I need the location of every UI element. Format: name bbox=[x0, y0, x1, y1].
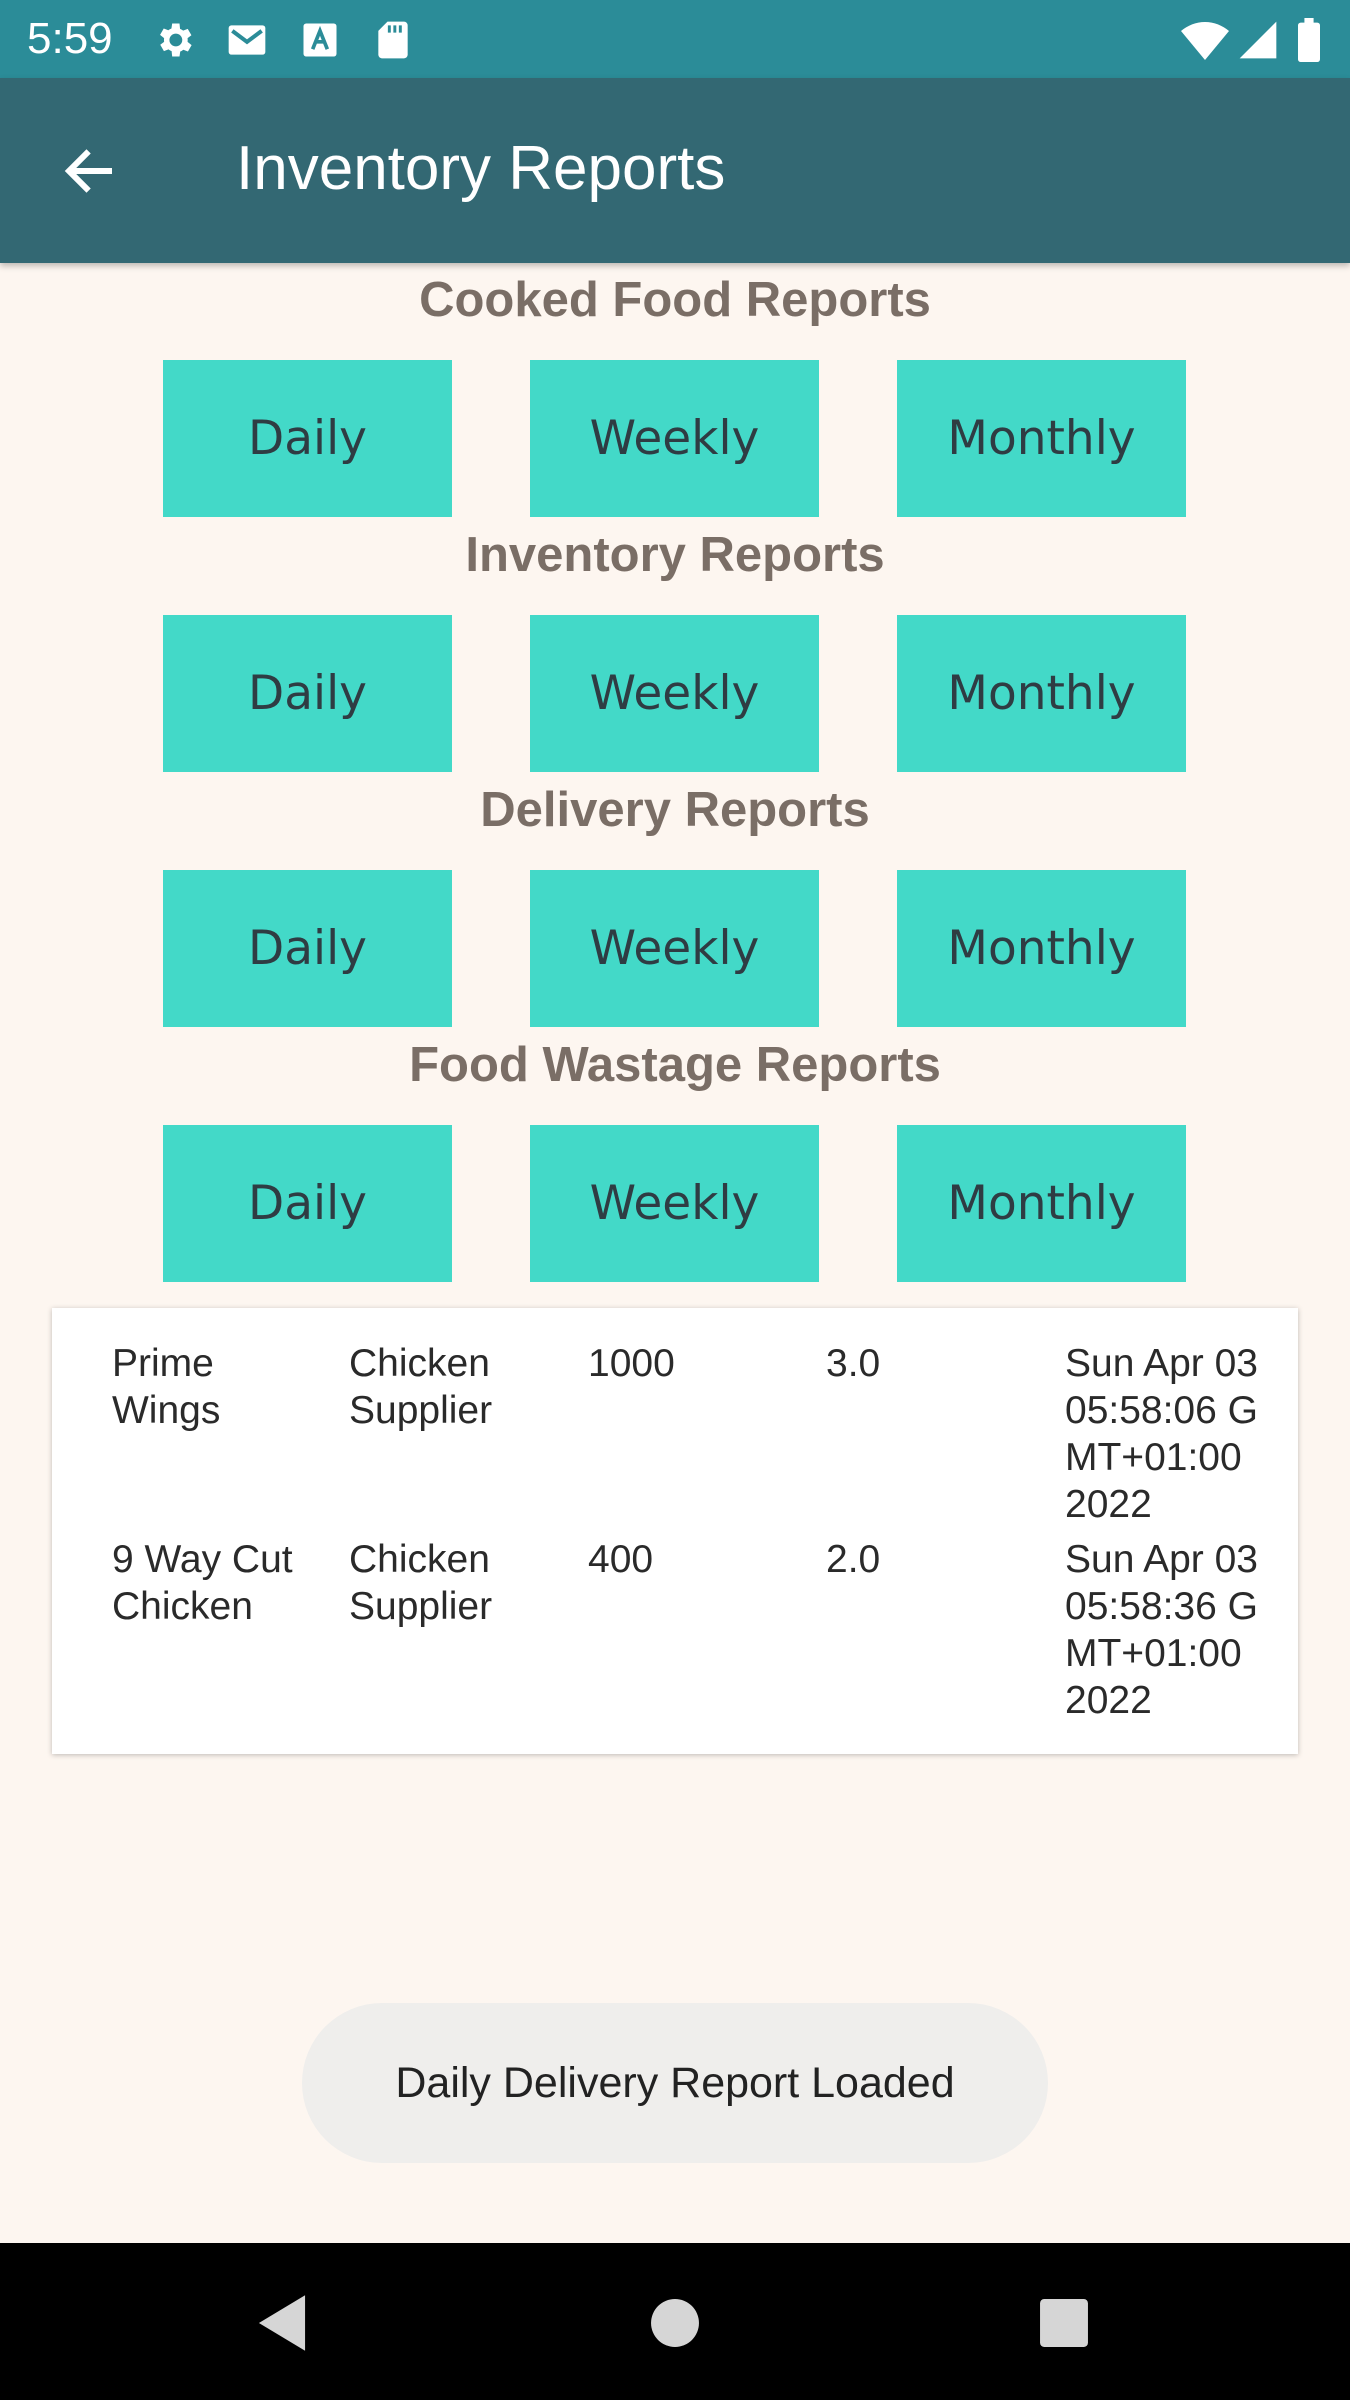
nav-recents-button[interactable] bbox=[1024, 2283, 1104, 2363]
status-bar: 5:59 bbox=[0, 0, 1350, 78]
cooked-food-daily-button[interactable]: Daily bbox=[163, 360, 452, 517]
font-a-icon bbox=[298, 18, 342, 62]
quantity: 400 bbox=[588, 1538, 654, 1581]
cooked-food-monthly-button[interactable]: Monthly bbox=[897, 360, 1186, 517]
delivery-daily-button[interactable]: Daily bbox=[163, 870, 452, 1027]
back-button[interactable] bbox=[48, 130, 130, 212]
nav-home-button[interactable] bbox=[635, 2283, 715, 2363]
report-list: Prime Wings Chicken Supplier 1000 3.0 Su… bbox=[52, 1308, 1298, 1754]
delivery-monthly-button[interactable]: Monthly bbox=[897, 870, 1186, 1027]
section-title-food-wastage: Food Wastage Reports bbox=[409, 1038, 941, 1092]
quantity: 1000 bbox=[588, 1342, 675, 1385]
date: Sun Apr 03 05:58:06 G MT+01:00 2022 bbox=[1065, 1342, 1258, 1526]
section-title-cooked-food: Cooked Food Reports bbox=[419, 273, 931, 327]
delivery-weekly-button[interactable]: Weekly bbox=[530, 870, 819, 1027]
sd-card-icon bbox=[371, 18, 415, 62]
status-time: 5:59 bbox=[27, 14, 113, 63]
inventory-daily-button[interactable]: Daily bbox=[163, 615, 452, 772]
home-circle-icon bbox=[651, 2299, 699, 2347]
signal-icon bbox=[1236, 18, 1280, 62]
wifi-icon bbox=[1180, 18, 1230, 62]
food-wastage-monthly-button[interactable]: Monthly bbox=[897, 1125, 1186, 1282]
arrow-left-icon bbox=[64, 149, 112, 193]
nav-back-button[interactable] bbox=[242, 2283, 322, 2363]
navigation-bar bbox=[0, 2243, 1350, 2400]
gear-icon bbox=[152, 18, 196, 62]
item-name: Prime Wings bbox=[112, 1342, 221, 1432]
toast-message: Daily Delivery Report Loaded bbox=[302, 2003, 1048, 2163]
list-item[interactable]: 9 Way Cut Chicken Chicken Supplier 400 2… bbox=[52, 1536, 1298, 1732]
back-triangle-icon bbox=[258, 2295, 306, 2351]
gmail-icon bbox=[225, 18, 269, 62]
section-title-inventory: Inventory Reports bbox=[465, 528, 885, 582]
price: 3.0 bbox=[826, 1342, 881, 1385]
app-bar: Inventory Reports bbox=[0, 78, 1350, 263]
list-item[interactable]: Prime Wings Chicken Supplier 1000 3.0 Su… bbox=[52, 1340, 1298, 1536]
page-title: Inventory Reports bbox=[236, 134, 726, 203]
supplier-name: Chicken Supplier bbox=[349, 1538, 493, 1628]
inventory-weekly-button[interactable]: Weekly bbox=[530, 615, 819, 772]
section-title-delivery: Delivery Reports bbox=[480, 783, 870, 837]
price: 2.0 bbox=[826, 1538, 881, 1581]
supplier-name: Chicken Supplier bbox=[349, 1342, 493, 1432]
food-wastage-weekly-button[interactable]: Weekly bbox=[530, 1125, 819, 1282]
date: Sun Apr 03 05:58:36 G MT+01:00 2022 bbox=[1065, 1538, 1258, 1722]
cooked-food-weekly-button[interactable]: Weekly bbox=[530, 360, 819, 517]
inventory-monthly-button[interactable]: Monthly bbox=[897, 615, 1186, 772]
item-name: 9 Way Cut Chicken bbox=[112, 1538, 293, 1628]
food-wastage-daily-button[interactable]: Daily bbox=[163, 1125, 452, 1282]
recents-square-icon bbox=[1040, 2299, 1088, 2347]
battery-icon bbox=[1296, 18, 1322, 62]
